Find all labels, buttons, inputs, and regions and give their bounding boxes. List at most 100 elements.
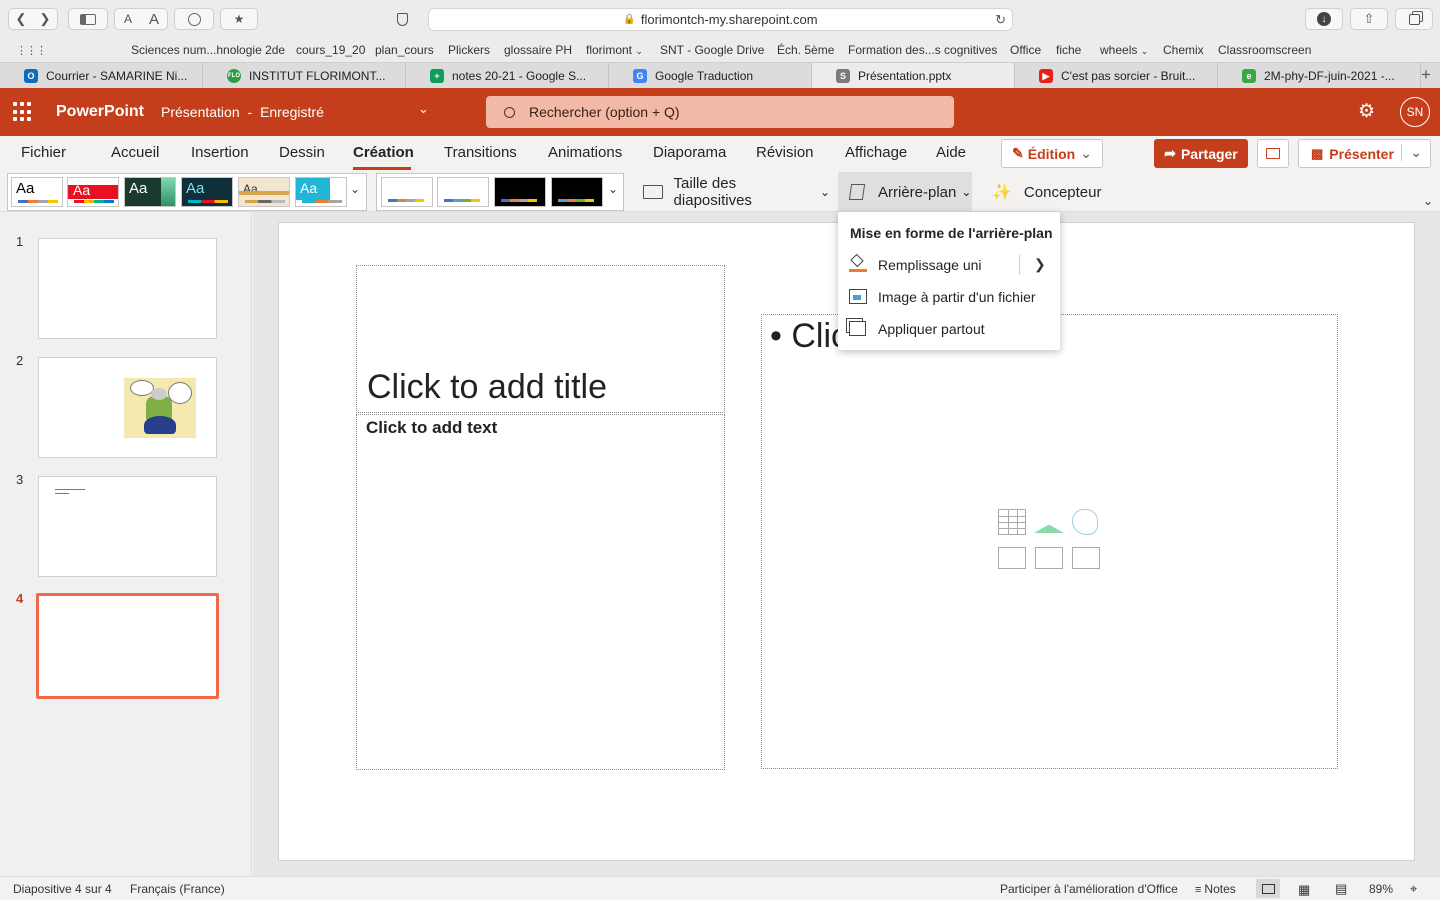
downloads-button[interactable]: ↓ [1305, 8, 1343, 30]
ribbon-collapse-chevron-icon[interactable]: ⌄ [1423, 194, 1433, 208]
present-button[interactable]: ▩ Présenter ⌄ [1298, 139, 1431, 168]
title-placeholder[interactable]: Click to add title [356, 265, 725, 413]
text-larger-button[interactable]: A [141, 11, 167, 28]
insert-stock-image-icon[interactable] [1035, 547, 1063, 569]
editing-mode-button[interactable]: ✎ Édition ⌄ [1001, 139, 1103, 168]
favorite-item[interactable]: SNT - Google Drive [660, 43, 764, 57]
app-launcher-icon[interactable] [13, 102, 33, 122]
slide-thumbnail[interactable] [38, 238, 217, 339]
insert-icon-icon[interactable] [1072, 509, 1098, 535]
tab-transitions[interactable]: Transitions [444, 144, 517, 161]
address-bar[interactable]: 🔒 florimontch-my.sharepoint.com ↻ [428, 8, 1013, 31]
slide-sorter-button[interactable]: ▦ [1298, 882, 1310, 898]
chevron-right-icon[interactable]: ❯ [1034, 256, 1046, 273]
fit-to-window-icon[interactable]: ⌖ [1410, 881, 1417, 897]
insert-online-video-icon[interactable] [1072, 547, 1100, 569]
background-button[interactable]: Arrière-plan ⌄ [838, 172, 972, 212]
solid-fill-menu-item[interactable]: Remplissage uni ❯ [838, 250, 1060, 280]
notes-button[interactable]: ≡ Notes [1195, 882, 1236, 896]
text-placeholder[interactable]: Click to add text [356, 414, 725, 770]
browser-tab[interactable]: ▶ C'est pas sorcier - Bruit... [1015, 63, 1218, 88]
privacy-report-button[interactable] [384, 8, 420, 30]
share-button[interactable]: ⇧ [1350, 8, 1388, 30]
favorite-folder[interactable]: wheels ⌄ [1100, 43, 1148, 57]
variants-more-chevron-icon[interactable]: ⌄ [608, 182, 618, 196]
tab-affichage[interactable]: Affichage [845, 144, 907, 161]
browser-tab[interactable]: O Courrier - SAMARINE Ni... [0, 63, 203, 88]
favorite-item[interactable]: plan_cours [375, 43, 434, 57]
tab-dessin[interactable]: Dessin [279, 144, 325, 161]
browser-tab[interactable]: + notes 20-21 - Google S... [406, 63, 609, 88]
tab-creation[interactable]: Création [353, 144, 414, 161]
avatar[interactable]: SN [1400, 97, 1430, 127]
theme-blue[interactable]: Aa [295, 177, 347, 207]
favorite-folder[interactable]: florimont ⌄ [586, 43, 643, 57]
favorite-item[interactable]: Sciences num...hnologie 2de [131, 43, 285, 57]
tab-fichier[interactable]: Fichier [21, 144, 66, 161]
variant-3[interactable] [494, 177, 546, 207]
content-placeholder[interactable]: • Clic [761, 314, 1338, 769]
history-button[interactable] [174, 8, 214, 30]
favorite-item[interactable]: glossaire PH [504, 43, 572, 57]
chevron-down-icon[interactable]: ⌄ [418, 101, 429, 117]
back-icon[interactable]: ❮ [9, 11, 33, 27]
favorite-item[interactable]: fiche [1056, 43, 1081, 57]
favorite-item[interactable]: Classroomscreen [1218, 43, 1311, 57]
theme-office[interactable]: Aa [11, 177, 63, 207]
settings-gear-icon[interactable]: ⚙ [1358, 100, 1375, 123]
tab-revision[interactable]: Révision [756, 144, 814, 161]
search-input[interactable]: Rechercher (option + Q) [486, 96, 954, 128]
apply-to-all-menu-item[interactable]: Appliquer partout [838, 314, 1060, 344]
text-smaller-button[interactable]: A [115, 12, 141, 26]
theme-teal[interactable]: Aa [181, 177, 233, 207]
insert-smartart-icon[interactable] [1034, 513, 1064, 533]
forward-icon[interactable]: ❯ [33, 11, 57, 27]
themes-more-chevron-icon[interactable]: ⌄ [350, 182, 360, 196]
browser-tab[interactable]: FLO INSTITUT FLORIMONT... [203, 63, 406, 88]
document-title[interactable]: Présentation - Enregistré [161, 104, 324, 120]
favorite-item[interactable]: Chemix [1163, 43, 1204, 57]
variant-1[interactable] [381, 177, 433, 207]
browser-tab[interactable]: S Présentation.pptx [812, 63, 1015, 88]
grid-icon[interactable]: ⋮⋮⋮ [16, 44, 47, 57]
tab-animations[interactable]: Animations [548, 144, 622, 161]
designer-button[interactable]: ✨ Concepteur [988, 177, 1108, 207]
variant-4[interactable] [551, 177, 603, 207]
app-name[interactable]: PowerPoint [56, 103, 144, 121]
share-document-button[interactable]: ➦ Partager [1154, 139, 1248, 168]
favorite-item[interactable]: Éch. 5ème [777, 43, 834, 57]
slide-thumbnail-selected[interactable] [36, 593, 219, 699]
comments-button[interactable] [1257, 139, 1289, 168]
theme-dark-green[interactable]: Aa [124, 177, 176, 207]
favorite-item[interactable]: Office [1010, 43, 1041, 57]
favorite-item[interactable]: Plickers [448, 43, 490, 57]
language-status[interactable]: Français (France) [130, 882, 225, 896]
slide-thumbnail[interactable] [38, 357, 217, 458]
favorite-item[interactable]: cours_19_20 [296, 43, 365, 57]
browser-tab[interactable]: e 2M-phy-DF-juin-2021 -... [1218, 63, 1421, 88]
reading-view-button[interactable]: ▤ [1335, 881, 1347, 897]
variant-2[interactable] [437, 177, 489, 207]
chevron-down-icon[interactable]: ⌄ [1401, 144, 1422, 161]
tab-insertion[interactable]: Insertion [191, 144, 249, 161]
tab-overview-button[interactable] [1395, 8, 1433, 30]
tab-diaporama[interactable]: Diaporama [653, 144, 726, 161]
zoom-level[interactable]: 89% [1369, 882, 1393, 896]
browser-tab[interactable]: G Google Traduction [609, 63, 812, 88]
theme-red[interactable]: Aa [67, 177, 119, 207]
tab-aide[interactable]: Aide [936, 144, 966, 161]
feedback-link[interactable]: Participer à l'amélioration d'Office [1000, 882, 1178, 896]
theme-beige[interactable]: Aa [238, 177, 290, 207]
normal-view-button[interactable] [1256, 879, 1280, 898]
bookmark-star-button[interactable]: ★ [220, 8, 258, 30]
insert-picture-icon[interactable] [998, 547, 1026, 569]
reload-icon[interactable]: ↻ [995, 12, 1006, 28]
image-from-file-menu-item[interactable]: Image à partir d'un fichier [838, 282, 1060, 312]
insert-table-icon[interactable] [998, 509, 1026, 535]
slide-thumbnail[interactable] [38, 476, 217, 577]
new-tab-plus-icon[interactable]: + [1421, 65, 1431, 85]
slide-size-button[interactable]: Taille des diapositives ⌄ [640, 175, 830, 209]
favorite-item[interactable]: Formation des...s cognitives [848, 43, 997, 57]
sidebar-button[interactable] [68, 8, 108, 30]
tab-accueil[interactable]: Accueil [111, 144, 159, 161]
